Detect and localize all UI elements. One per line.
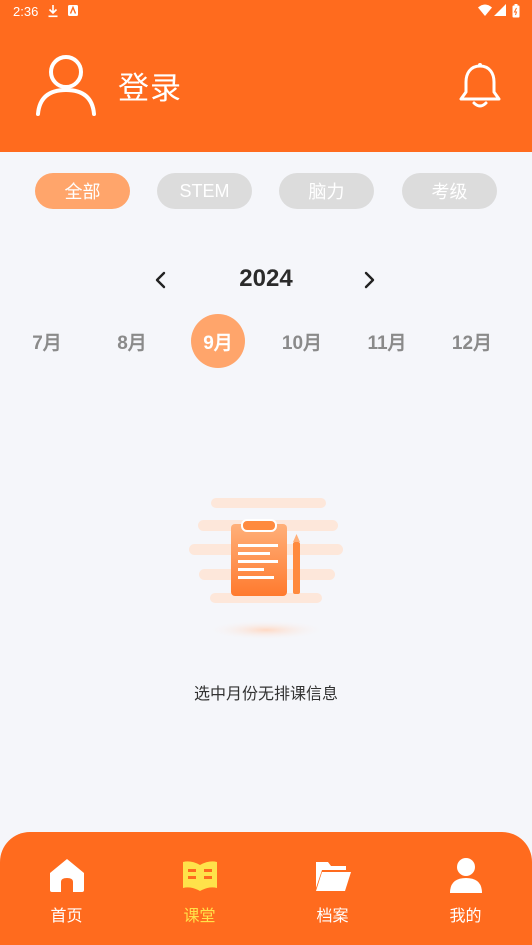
book-icon	[183, 861, 217, 891]
month-item-10[interactable]: 10月	[275, 314, 329, 368]
signal-icon	[494, 4, 506, 16]
tab-home[interactable]: 首页	[0, 832, 133, 945]
filter-chip-brain[interactable]: 脑力	[279, 173, 374, 209]
login-button[interactable]: 登录	[118, 63, 182, 108]
tab-mine[interactable]: 我的	[399, 832, 532, 945]
bell-icon[interactable]	[457, 62, 503, 110]
month-item-8[interactable]: 8月	[105, 314, 159, 368]
tab-archive[interactable]: 档案	[266, 832, 399, 945]
empty-state-message: 选中月份无排课信息	[193, 684, 338, 703]
year-selector: 2024	[0, 262, 532, 298]
tab-mine-label: 我的	[449, 906, 482, 925]
filter-chip-stem[interactable]: STEM	[157, 173, 252, 209]
chevron-right-icon[interactable]	[358, 268, 380, 292]
status-bar: 2:36	[0, 0, 532, 24]
folder-icon	[316, 862, 351, 891]
empty-schedule-illustration	[189, 498, 343, 640]
battery-icon	[512, 4, 520, 18]
filter-chip-all[interactable]: 全部	[35, 173, 130, 209]
month-item-12[interactable]: 12月	[445, 314, 499, 368]
filter-chip-grade[interactable]: 考级	[402, 173, 497, 209]
year-label: 2024	[239, 265, 293, 292]
tab-classroom[interactable]: 课堂	[133, 832, 266, 945]
tab-archive-label: 档案	[316, 906, 349, 925]
notification-app-icon	[68, 5, 78, 16]
month-selector: 7月 8月 9月 10月 11月 12月	[0, 314, 532, 370]
home-icon	[50, 859, 84, 892]
header: 登录	[0, 24, 532, 152]
download-icon	[48, 5, 58, 18]
wifi-icon	[478, 4, 492, 16]
user-icon	[450, 858, 482, 893]
category-filters: 全部 STEM 脑力 考级	[0, 173, 532, 209]
month-item-7[interactable]: 7月	[20, 314, 74, 368]
status-time: 2:36	[13, 4, 39, 19]
month-item-9[interactable]: 9月	[191, 314, 245, 368]
tab-classroom-label: 课堂	[183, 906, 216, 925]
avatar-icon[interactable]	[34, 52, 98, 116]
bottom-tab-bar: 首页 课堂 档案 我的	[0, 832, 532, 945]
tab-home-label: 首页	[50, 906, 83, 925]
month-item-11[interactable]: 11月	[360, 314, 414, 368]
